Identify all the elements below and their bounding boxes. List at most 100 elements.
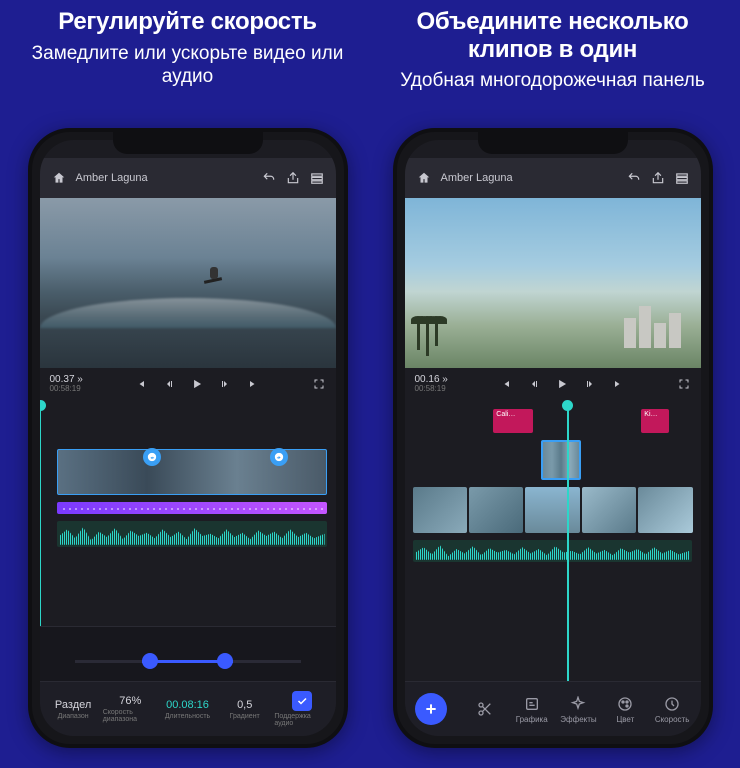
overlay-clip-selected[interactable] bbox=[541, 440, 581, 480]
surfer-graphic bbox=[202, 263, 226, 287]
skip-end-icon[interactable] bbox=[611, 377, 625, 391]
frame-fwd-icon[interactable] bbox=[583, 377, 597, 391]
audio-clip[interactable] bbox=[413, 540, 691, 562]
tool-edit[interactable] bbox=[467, 700, 504, 718]
wave-graphic bbox=[40, 298, 336, 328]
phone-notch bbox=[113, 132, 263, 154]
playhead[interactable] bbox=[567, 406, 569, 681]
fullscreen-icon[interactable] bbox=[677, 377, 691, 391]
share-icon[interactable] bbox=[651, 171, 665, 185]
headline-subtitle: Замедлите или ускорьте видео или аудио bbox=[20, 42, 355, 90]
skip-start-icon[interactable] bbox=[499, 377, 513, 391]
undo-icon[interactable] bbox=[262, 171, 276, 185]
clip-thumb[interactable] bbox=[413, 487, 467, 533]
playback-controls: 00.16 » 00:58:19 bbox=[405, 368, 701, 400]
playback-controls: 00.37 » 00:58:19 bbox=[40, 368, 336, 400]
project-name[interactable]: Amber Laguna bbox=[441, 172, 513, 184]
app-screen: Amber Laguna 00.37 » 00:58:19 bbox=[40, 140, 336, 736]
video-track[interactable] bbox=[405, 485, 701, 535]
video-preview[interactable] bbox=[405, 198, 701, 368]
section-control[interactable]: Раздел Диапазон bbox=[46, 699, 101, 720]
speed-track[interactable] bbox=[40, 500, 336, 516]
effects-icon bbox=[570, 695, 586, 713]
graphics-icon bbox=[524, 695, 540, 713]
clip-thumb[interactable] bbox=[469, 487, 523, 533]
audio-track[interactable] bbox=[405, 538, 701, 564]
headline-subtitle: Удобная многодорожечная панель bbox=[385, 69, 720, 93]
timeline[interactable]: Cali… Ki… bbox=[405, 400, 701, 681]
tool-label: Цвет bbox=[616, 715, 634, 724]
duration-value: 00.08:16 bbox=[166, 699, 209, 711]
slider-knob-right[interactable] bbox=[217, 653, 233, 669]
headline: Регулируйте скорость Замедлите или ускор… bbox=[20, 8, 355, 128]
speed-icon bbox=[664, 695, 680, 713]
play-icon[interactable] bbox=[190, 377, 204, 391]
video-preview[interactable] bbox=[40, 198, 336, 368]
settings-icon[interactable] bbox=[310, 171, 324, 185]
undo-icon[interactable] bbox=[627, 171, 641, 185]
tool-label: Скорость bbox=[655, 715, 690, 724]
section-label: Раздел bbox=[55, 699, 91, 711]
skip-end-icon[interactable] bbox=[246, 377, 260, 391]
promo-panel-multitrack: Объедините несколько клипов в один Удобн… bbox=[385, 8, 720, 760]
tool-graphics[interactable]: Графика bbox=[513, 695, 550, 724]
video-clip-sequence[interactable] bbox=[409, 487, 697, 533]
add-button[interactable] bbox=[415, 693, 447, 725]
duration-control[interactable]: 00.08:16 Длительность bbox=[160, 699, 215, 720]
headline-title: Объедините несколько клипов в один bbox=[385, 8, 720, 63]
frame-fwd-icon[interactable] bbox=[218, 377, 232, 391]
timecode: 00.16 » 00:58:19 bbox=[415, 374, 448, 394]
tool-label: Графика bbox=[516, 715, 548, 724]
tool-speed[interactable]: Скорость bbox=[654, 695, 691, 724]
fullscreen-icon[interactable] bbox=[312, 377, 326, 391]
play-icon[interactable] bbox=[555, 377, 569, 391]
speed-slider[interactable] bbox=[75, 660, 301, 663]
phone-mockup: Amber Laguna 00.16 » 00:58:19 bbox=[393, 128, 713, 748]
settings-icon[interactable] bbox=[675, 171, 689, 185]
speed-control[interactable]: 76% Скорость диапазона bbox=[103, 695, 158, 723]
speed-sub: Скорость диапазона bbox=[103, 709, 158, 723]
frame-back-icon[interactable] bbox=[162, 377, 176, 391]
clip-thumb[interactable] bbox=[582, 487, 636, 533]
clip-thumb[interactable] bbox=[638, 487, 692, 533]
skip-start-icon[interactable] bbox=[134, 377, 148, 391]
overlay-track[interactable] bbox=[405, 438, 701, 482]
title-clip[interactable]: Cali… bbox=[493, 409, 533, 433]
checkbox-checked-icon[interactable] bbox=[292, 691, 312, 711]
playhead[interactable] bbox=[40, 406, 42, 626]
color-icon bbox=[617, 695, 633, 713]
home-icon[interactable] bbox=[52, 171, 66, 185]
buildings-graphic bbox=[624, 306, 681, 348]
home-icon[interactable] bbox=[417, 171, 431, 185]
frame-back-icon[interactable] bbox=[527, 377, 541, 391]
audio-clip[interactable] bbox=[57, 521, 326, 547]
clip-thumb[interactable] bbox=[525, 487, 579, 533]
speed-marker[interactable] bbox=[143, 448, 161, 466]
title-track[interactable]: Cali… Ki… bbox=[405, 407, 701, 435]
app-topbar: Amber Laguna bbox=[40, 158, 336, 198]
gradient-sub: Градиент bbox=[230, 713, 260, 720]
speed-value: 76% bbox=[119, 695, 141, 707]
phone-notch bbox=[478, 132, 628, 154]
speed-segment[interactable] bbox=[57, 502, 326, 514]
app-topbar: Amber Laguna bbox=[405, 158, 701, 198]
timecode-sub: 00:58:19 bbox=[50, 385, 83, 394]
section-sub: Диапазон bbox=[58, 713, 89, 720]
timecode-sub: 00:58:19 bbox=[415, 385, 448, 394]
video-track[interactable] bbox=[40, 447, 336, 497]
gradient-control[interactable]: 0,5 Градиент bbox=[217, 699, 272, 720]
title-clip[interactable]: Ki… bbox=[641, 409, 669, 433]
scissors-icon bbox=[477, 700, 493, 718]
headline-title: Регулируйте скорость bbox=[20, 8, 355, 36]
promo-panel-speed: Регулируйте скорость Замедлите или ускор… bbox=[20, 8, 355, 760]
audio-support-control[interactable]: Поддержка аудио bbox=[274, 691, 329, 727]
tool-color[interactable]: Цвет bbox=[607, 695, 644, 724]
slider-knob-left[interactable] bbox=[142, 653, 158, 669]
tool-effects[interactable]: Эффекты bbox=[560, 695, 597, 724]
gradient-value: 0,5 bbox=[237, 699, 252, 711]
share-icon[interactable] bbox=[286, 171, 300, 185]
project-name[interactable]: Amber Laguna bbox=[76, 172, 148, 184]
timeline[interactable] bbox=[40, 400, 336, 626]
audio-track[interactable] bbox=[40, 519, 336, 549]
bottom-bar: Раздел Диапазон 76% Скорость диапазона 0… bbox=[40, 681, 336, 736]
